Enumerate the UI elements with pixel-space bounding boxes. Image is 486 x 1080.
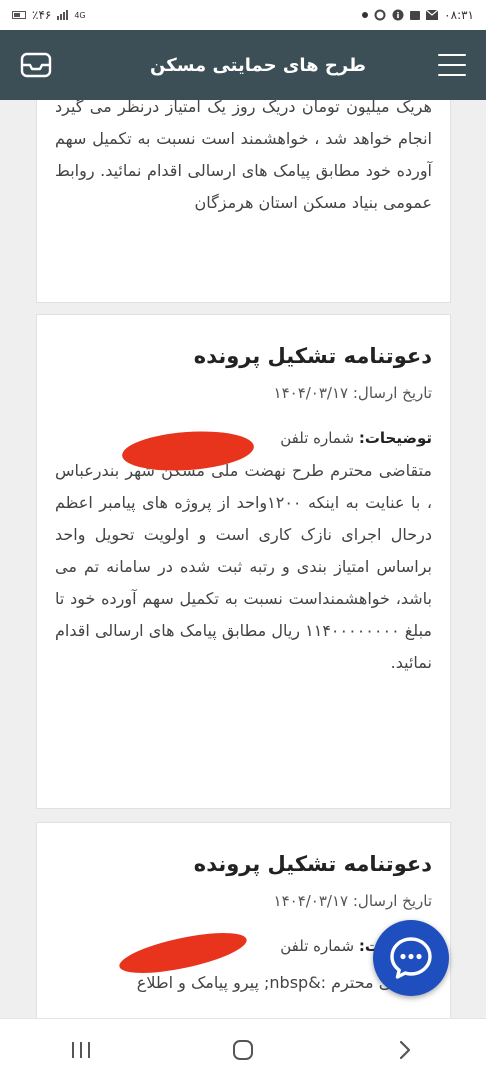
- recents-icon: [72, 1041, 90, 1058]
- notification-dot-icon: [362, 12, 369, 18]
- message-card: دعوتنامه تشکیل پرونده تاریخ ارسال: ۱۴۰۴/…: [36, 314, 451, 809]
- message-date: تاریخ ارسال: ۱۴۰۴/۰۳/۱۷: [55, 889, 432, 913]
- date-label: تاریخ ارسال:: [352, 384, 432, 402]
- date-value: ۱۴۰۴/۰۳/۱۷: [273, 892, 349, 910]
- system-nav-bar: [0, 1018, 486, 1080]
- description-label: توضیحات:: [358, 429, 432, 447]
- message-body: هریک میلیون تومان دریک روز یک امتیاز درن…: [55, 100, 432, 212]
- message-title: دعوتنامه تشکیل پرونده: [193, 852, 432, 876]
- inbox-tray-icon[interactable]: [20, 51, 52, 79]
- battery-icon: [12, 11, 26, 19]
- network-type: 4G: [74, 10, 86, 20]
- clock: ۰۸:۳۱: [444, 8, 474, 22]
- back-button[interactable]: [375, 1030, 435, 1070]
- message-date: تاریخ ارسال: ۱۴۰۴/۰۳/۱۷: [55, 381, 432, 405]
- chat-fab-button[interactable]: [373, 920, 449, 996]
- message-title: دعوتنامه تشکیل پرونده: [193, 344, 432, 368]
- home-button[interactable]: [213, 1030, 273, 1070]
- battery-level: ٪۴۶: [32, 8, 52, 22]
- message-list[interactable]: هریک میلیون تومان دریک روز یک امتیاز درن…: [0, 100, 486, 1018]
- date-label: تاریخ ارسال:: [352, 892, 432, 910]
- home-icon: [233, 1039, 253, 1060]
- recents-button[interactable]: [51, 1030, 111, 1070]
- date-value: ۱۴۰۴/۰۳/۱۷: [273, 384, 349, 402]
- status-bar: ٪۴۶ 4G ۰۸:۳۱: [0, 0, 486, 30]
- signal-icon: [57, 10, 69, 20]
- page-title: طرح های حمایتی مسکن: [150, 54, 366, 76]
- hamburger-menu-icon[interactable]: [438, 54, 466, 76]
- info-icon: [392, 9, 404, 21]
- phone-label: شماره تلفن: [280, 429, 355, 447]
- mail-icon: [426, 10, 439, 20]
- app-bar: طرح های حمایتی مسکن: [0, 30, 486, 100]
- status-left: ٪۴۶ 4G: [12, 8, 86, 22]
- message-body: متقاضی محترم طرح نهضت ملی مسکن شهر بندرع…: [55, 461, 432, 672]
- gallery-icon: [410, 10, 421, 20]
- phone-label: شماره تلفن: [280, 937, 355, 955]
- sync-icon: [374, 9, 386, 21]
- chat-bubble-icon: [390, 937, 432, 979]
- message-card: هریک میلیون تومان دریک روز یک امتیاز درن…: [36, 100, 451, 303]
- status-right: ۰۸:۳۱: [362, 8, 474, 22]
- back-chevron-icon: [399, 1040, 411, 1059]
